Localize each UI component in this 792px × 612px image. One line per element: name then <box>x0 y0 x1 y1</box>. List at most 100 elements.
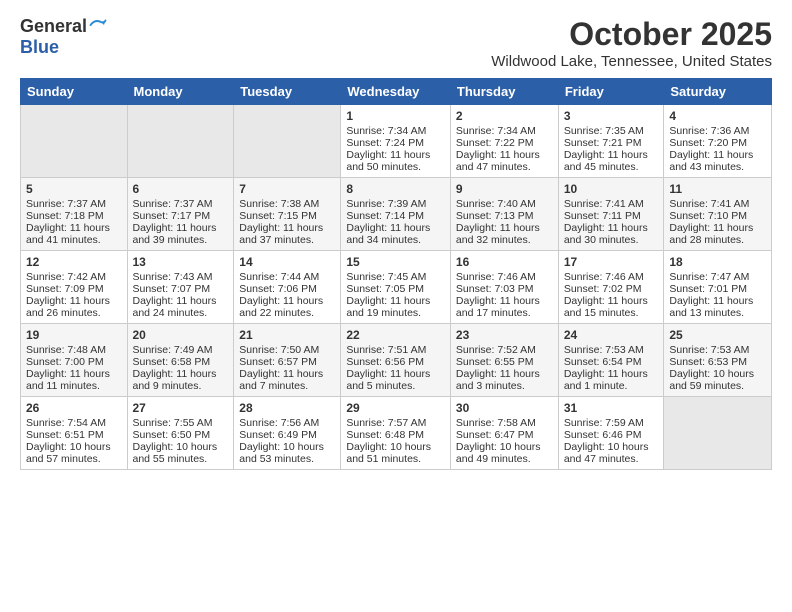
location-text: Wildwood Lake, Tennessee, United States <box>491 53 772 70</box>
calendar-day-cell: 11 Sunrise: 7:41 AM Sunset: 7:10 PM Dayl… <box>664 178 772 251</box>
calendar-day-cell: 5 Sunrise: 7:37 AM Sunset: 7:18 PM Dayli… <box>21 178 128 251</box>
sunset-text: Sunset: 7:07 PM <box>133 283 211 295</box>
calendar-day-cell: 20 Sunrise: 7:49 AM Sunset: 6:58 PM Dayl… <box>127 324 234 397</box>
sunset-text: Sunset: 6:48 PM <box>346 429 424 441</box>
daylight-text: Daylight: 11 hours and 5 minutes. <box>346 368 430 392</box>
sunrise-text: Sunrise: 7:43 AM <box>133 271 213 283</box>
sunset-text: Sunset: 6:57 PM <box>239 356 317 368</box>
day-of-week-header: Friday <box>558 79 664 105</box>
sunset-text: Sunset: 6:46 PM <box>564 429 642 441</box>
sunrise-text: Sunrise: 7:53 AM <box>564 344 644 356</box>
daylight-text: Daylight: 10 hours and 53 minutes. <box>239 441 324 465</box>
day-number: 4 <box>669 109 766 123</box>
sunset-text: Sunset: 6:53 PM <box>669 356 747 368</box>
day-of-week-header: Monday <box>127 79 234 105</box>
day-number: 3 <box>564 109 659 123</box>
logo-general-text: General <box>20 16 87 37</box>
sunrise-text: Sunrise: 7:47 AM <box>669 271 749 283</box>
daylight-text: Daylight: 11 hours and 39 minutes. <box>133 222 217 246</box>
sunrise-text: Sunrise: 7:59 AM <box>564 417 644 429</box>
sunset-text: Sunset: 6:58 PM <box>133 356 211 368</box>
daylight-text: Daylight: 11 hours and 34 minutes. <box>346 222 430 246</box>
sunrise-text: Sunrise: 7:42 AM <box>26 271 106 283</box>
daylight-text: Daylight: 10 hours and 47 minutes. <box>564 441 649 465</box>
day-number: 18 <box>669 255 766 269</box>
calendar-day-cell: 4 Sunrise: 7:36 AM Sunset: 7:20 PM Dayli… <box>664 105 772 178</box>
calendar-day-cell: 25 Sunrise: 7:53 AM Sunset: 6:53 PM Dayl… <box>664 324 772 397</box>
sunrise-text: Sunrise: 7:54 AM <box>26 417 106 429</box>
logo-blue-text: Blue <box>20 37 59 58</box>
daylight-text: Daylight: 10 hours and 57 minutes. <box>26 441 111 465</box>
sunrise-text: Sunrise: 7:45 AM <box>346 271 426 283</box>
calendar-day-cell: 9 Sunrise: 7:40 AM Sunset: 7:13 PM Dayli… <box>450 178 558 251</box>
calendar-day-cell: 28 Sunrise: 7:56 AM Sunset: 6:49 PM Dayl… <box>234 397 341 470</box>
day-number: 21 <box>239 328 335 342</box>
calendar-day-cell: 13 Sunrise: 7:43 AM Sunset: 7:07 PM Dayl… <box>127 251 234 324</box>
sunset-text: Sunset: 7:00 PM <box>26 356 104 368</box>
day-number: 1 <box>346 109 445 123</box>
day-number: 14 <box>239 255 335 269</box>
sunset-text: Sunset: 6:51 PM <box>26 429 104 441</box>
calendar-day-cell: 26 Sunrise: 7:54 AM Sunset: 6:51 PM Dayl… <box>21 397 128 470</box>
sunrise-text: Sunrise: 7:55 AM <box>133 417 213 429</box>
calendar-day-cell: 27 Sunrise: 7:55 AM Sunset: 6:50 PM Dayl… <box>127 397 234 470</box>
day-of-week-header: Tuesday <box>234 79 341 105</box>
day-number: 30 <box>456 401 553 415</box>
sunset-text: Sunset: 7:10 PM <box>669 210 747 222</box>
calendar-day-cell: 6 Sunrise: 7:37 AM Sunset: 7:17 PM Dayli… <box>127 178 234 251</box>
calendar-day-cell <box>127 105 234 178</box>
logo-icon <box>89 16 107 34</box>
daylight-text: Daylight: 10 hours and 51 minutes. <box>346 441 431 465</box>
sunrise-text: Sunrise: 7:41 AM <box>669 198 749 210</box>
calendar-day-cell: 31 Sunrise: 7:59 AM Sunset: 6:46 PM Dayl… <box>558 397 664 470</box>
day-number: 10 <box>564 182 659 196</box>
daylight-text: Daylight: 11 hours and 50 minutes. <box>346 149 430 173</box>
sunrise-text: Sunrise: 7:37 AM <box>26 198 106 210</box>
calendar-day-cell: 8 Sunrise: 7:39 AM Sunset: 7:14 PM Dayli… <box>341 178 451 251</box>
day-number: 8 <box>346 182 445 196</box>
day-number: 9 <box>456 182 553 196</box>
day-number: 24 <box>564 328 659 342</box>
sunset-text: Sunset: 7:01 PM <box>669 283 747 295</box>
calendar-day-cell: 3 Sunrise: 7:35 AM Sunset: 7:21 PM Dayli… <box>558 105 664 178</box>
sunset-text: Sunset: 7:02 PM <box>564 283 642 295</box>
sunset-text: Sunset: 7:17 PM <box>133 210 211 222</box>
day-number: 23 <box>456 328 553 342</box>
daylight-text: Daylight: 11 hours and 30 minutes. <box>564 222 648 246</box>
day-of-week-header: Wednesday <box>341 79 451 105</box>
sunrise-text: Sunrise: 7:46 AM <box>564 271 644 283</box>
calendar-day-cell: 30 Sunrise: 7:58 AM Sunset: 6:47 PM Dayl… <box>450 397 558 470</box>
sunset-text: Sunset: 6:54 PM <box>564 356 642 368</box>
day-number: 6 <box>133 182 229 196</box>
sunset-text: Sunset: 7:13 PM <box>456 210 534 222</box>
sunset-text: Sunset: 7:05 PM <box>346 283 424 295</box>
sunset-text: Sunset: 7:22 PM <box>456 137 534 149</box>
daylight-text: Daylight: 11 hours and 22 minutes. <box>239 295 323 319</box>
sunset-text: Sunset: 7:20 PM <box>669 137 747 149</box>
day-number: 19 <box>26 328 122 342</box>
sunrise-text: Sunrise: 7:35 AM <box>564 125 644 137</box>
calendar-day-cell: 2 Sunrise: 7:34 AM Sunset: 7:22 PM Dayli… <box>450 105 558 178</box>
day-number: 15 <box>346 255 445 269</box>
calendar-day-cell: 17 Sunrise: 7:46 AM Sunset: 7:02 PM Dayl… <box>558 251 664 324</box>
sunrise-text: Sunrise: 7:34 AM <box>456 125 536 137</box>
daylight-text: Daylight: 10 hours and 55 minutes. <box>133 441 218 465</box>
calendar-day-cell: 22 Sunrise: 7:51 AM Sunset: 6:56 PM Dayl… <box>341 324 451 397</box>
calendar-day-cell: 1 Sunrise: 7:34 AM Sunset: 7:24 PM Dayli… <box>341 105 451 178</box>
daylight-text: Daylight: 10 hours and 59 minutes. <box>669 368 754 392</box>
sunrise-text: Sunrise: 7:48 AM <box>26 344 106 356</box>
sunrise-text: Sunrise: 7:50 AM <box>239 344 319 356</box>
daylight-text: Daylight: 11 hours and 15 minutes. <box>564 295 648 319</box>
daylight-text: Daylight: 11 hours and 24 minutes. <box>133 295 217 319</box>
calendar-week-row: 5 Sunrise: 7:37 AM Sunset: 7:18 PM Dayli… <box>21 178 772 251</box>
sunrise-text: Sunrise: 7:49 AM <box>133 344 213 356</box>
calendar-day-cell <box>21 105 128 178</box>
sunrise-text: Sunrise: 7:37 AM <box>133 198 213 210</box>
sunset-text: Sunset: 6:49 PM <box>239 429 317 441</box>
sunrise-text: Sunrise: 7:39 AM <box>346 198 426 210</box>
day-number: 17 <box>564 255 659 269</box>
sunrise-text: Sunrise: 7:46 AM <box>456 271 536 283</box>
calendar-week-row: 12 Sunrise: 7:42 AM Sunset: 7:09 PM Dayl… <box>21 251 772 324</box>
daylight-text: Daylight: 11 hours and 17 minutes. <box>456 295 540 319</box>
day-number: 22 <box>346 328 445 342</box>
